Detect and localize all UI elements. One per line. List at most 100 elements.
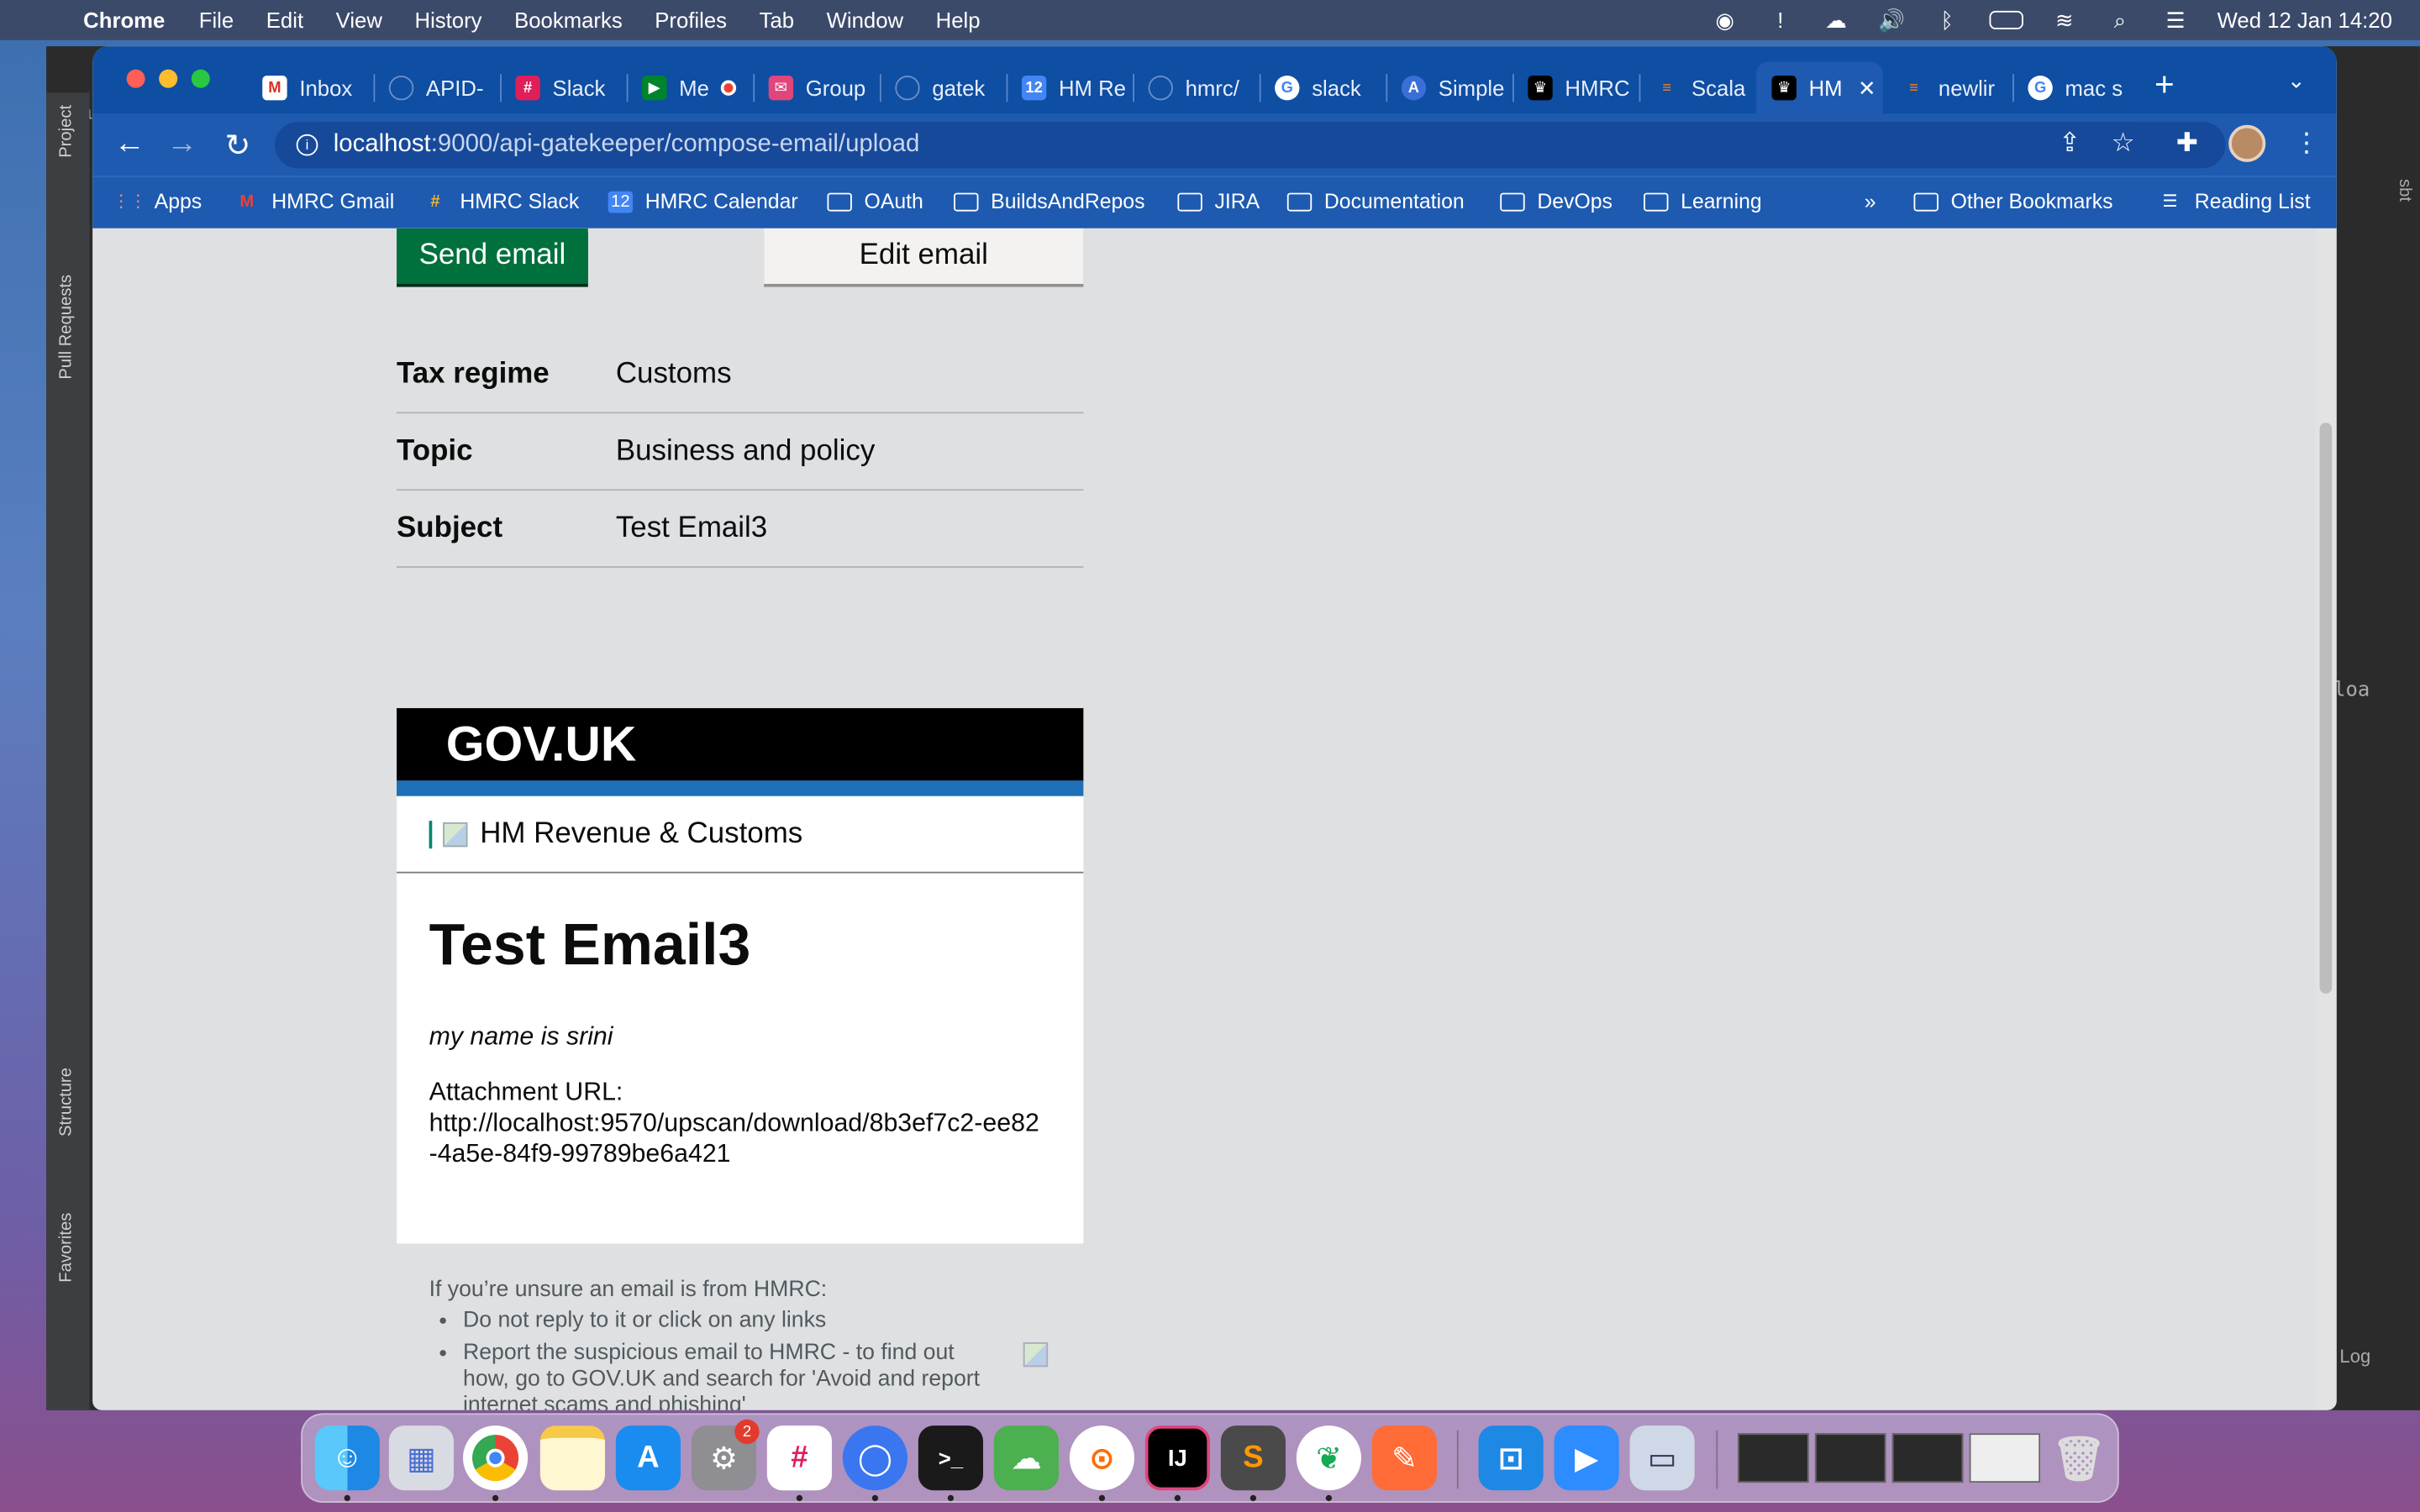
tab-inbox[interactable]: M Inbox [247, 61, 371, 113]
battery-icon[interactable] [1988, 10, 2023, 29]
tab-label: HMRC [1565, 75, 1630, 101]
tab-apid[interactable]: APID- [373, 61, 497, 113]
chrome-icon[interactable] [463, 1425, 529, 1491]
notes-icon[interactable] [539, 1425, 605, 1491]
mongodb-icon[interactable]: ❦ [1296, 1425, 1361, 1491]
intellij-icon[interactable]: IJ [1144, 1425, 1210, 1491]
bookmark-folder-documentation[interactable]: Documentation [1286, 190, 1465, 213]
minimized-window-thumbnail[interactable] [1891, 1433, 1964, 1483]
new-tab-button[interactable]: + [2154, 65, 2175, 105]
tab-mac-search[interactable]: G mac s [2012, 61, 2130, 113]
bookmark-star-icon[interactable]: ☆ [2112, 128, 2135, 159]
bookmark-folder-buildsandrepos[interactable]: BuildsAndRepos [954, 190, 1145, 213]
bookmarks-overflow-button[interactable]: » [1865, 190, 1876, 213]
ide-structure-tab[interactable]: Structure [57, 1068, 76, 1137]
menubar-app-name[interactable]: Chrome [83, 8, 165, 32]
slack-icon[interactable]: # [766, 1425, 832, 1491]
minimized-window-thumbnail[interactable] [1814, 1433, 1886, 1483]
preview-icon[interactable]: ▭ [1629, 1425, 1695, 1491]
alert-icon[interactable]: ! [1766, 8, 1794, 32]
bookmark-hmrc-calendar[interactable]: 12 HMRC Calendar [608, 190, 798, 213]
tab-gatekeeper[interactable]: gatek [880, 61, 1003, 113]
app-store-icon[interactable]: A [615, 1425, 681, 1491]
reading-list-button[interactable]: ☰ Reading List [2158, 190, 2310, 213]
menu-view[interactable]: View [336, 8, 382, 32]
ide-sbt-tab[interactable]: sbt [2396, 179, 2414, 202]
bookmark-hmrc-slack[interactable]: # HMRC Slack [423, 190, 579, 213]
bookmark-folder-devops[interactable]: DevOps [1500, 190, 1612, 213]
site-info-icon[interactable]: i [296, 134, 318, 156]
macos-dock: ☺ ▦ A ⚙ 2 # ◯ >_ ☁ ⊙ IJ S ❦ ✎ ⊡ ▶ ▭ 🗑 [301, 1413, 2119, 1503]
cloud-app-icon[interactable]: ☁ [993, 1425, 1059, 1491]
bookmark-hmrc-gmail[interactable]: M HMRC Gmail [234, 190, 394, 213]
menu-bookmarks[interactable]: Bookmarks [514, 8, 623, 32]
ide-pull-requests-tab[interactable]: Pull Requests [57, 275, 76, 380]
sublime-text-icon[interactable]: S [1220, 1425, 1286, 1491]
tab-hmrc[interactable]: ♛ HMRC [1512, 61, 1636, 113]
apple-icon[interactable] [34, 6, 61, 34]
volume-icon[interactable]: 🔊 [1878, 7, 1906, 32]
tab-slack[interactable]: # Slack [500, 61, 623, 113]
github-status-icon[interactable]: ◉ [1711, 7, 1739, 32]
zoom-icon[interactable]: ▶ [1554, 1425, 1619, 1491]
tab-newline[interactable]: ≡ newlir [1886, 61, 2009, 113]
keeper-icon[interactable]: ⊙ [1069, 1425, 1134, 1491]
spotlight-search-icon[interactable]: ⌕ [2106, 7, 2133, 32]
forward-arrow-icon[interactable]: → [164, 127, 201, 162]
trash-icon[interactable]: 🗑 [2046, 1425, 2111, 1490]
bookmark-folder-learning[interactable]: Learning [1644, 190, 1762, 213]
close-window-button[interactable] [126, 69, 145, 88]
ide-project-tab[interactable]: Project [57, 105, 76, 158]
tab-hm-revenue[interactable]: 12 HM Re [1007, 61, 1130, 113]
tab-search-chevron-icon[interactable]: ⌄ [2287, 68, 2306, 94]
tab-simple[interactable]: A Simple [1386, 61, 1509, 113]
bookmark-other-bookmarks[interactable]: Other Bookmarks [1913, 190, 2113, 213]
menu-help[interactable]: Help [936, 8, 981, 32]
ide-log-tab[interactable]: Log [2339, 1346, 2370, 1368]
tab-slack-search[interactable]: G slack [1260, 61, 1383, 113]
menu-window[interactable]: Window [827, 8, 903, 32]
menu-tab[interactable]: Tab [760, 8, 794, 32]
kebab-menu-icon[interactable]: ⋮ [2293, 128, 2319, 159]
menu-file[interactable]: File [199, 8, 234, 32]
postman-icon[interactable]: ✎ [1371, 1425, 1437, 1491]
bracket-app-icon[interactable]: ⊡ [1478, 1425, 1544, 1491]
reload-icon[interactable]: ↻ [219, 127, 256, 165]
share-icon[interactable]: ⇪ [2059, 128, 2081, 159]
launchpad-icon[interactable]: ▦ [388, 1425, 454, 1491]
finder-icon[interactable]: ☺ [314, 1425, 380, 1491]
ide-favorites-tab[interactable]: Favorites [57, 1213, 76, 1283]
page-scrollbar[interactable] [2315, 228, 2337, 1410]
tab-hmrc-github[interactable]: hmrc/ [1133, 61, 1256, 113]
zoom-window-button[interactable] [191, 69, 210, 88]
extensions-puzzle-icon[interactable]: ✚ [2176, 128, 2198, 159]
bookmark-folder-jira[interactable]: JIRA [1177, 190, 1260, 213]
folder-icon [1644, 192, 1669, 211]
control-center-icon[interactable]: ☰ [2161, 7, 2189, 32]
address-bar[interactable]: i localhost:9000/api-gatekeeper/compose-… [274, 122, 2226, 169]
tab-meet[interactable]: ▶ Me [627, 61, 750, 113]
menu-history[interactable]: History [414, 8, 481, 32]
signal-icon[interactable]: ◯ [842, 1425, 908, 1491]
bookmark-apps[interactable]: ⋮⋮ Apps [113, 190, 202, 213]
cloud-icon[interactable]: ☁ [1822, 7, 1849, 32]
minimized-window-thumbnail[interactable] [1969, 1433, 2041, 1483]
menu-profiles[interactable]: Profiles [655, 8, 727, 32]
bookmark-folder-oauth[interactable]: OAuth [827, 190, 923, 213]
minimize-window-button[interactable] [159, 69, 178, 88]
close-tab-icon[interactable]: ✕ [1858, 75, 1876, 101]
tab-hm-active[interactable]: ♛ HM ✕ [1756, 61, 1883, 114]
tab-scala[interactable]: ≡ Scala [1639, 61, 1757, 113]
bluetooth-icon[interactable]: ᛒ [1933, 8, 1961, 32]
back-arrow-icon[interactable]: ← [111, 127, 148, 162]
profile-avatar[interactable] [2228, 124, 2266, 162]
tab-group[interactable]: ✉ Group [753, 61, 876, 113]
menubar-clock[interactable]: Wed 12 Jan 14:20 [2217, 8, 2392, 32]
wifi-icon[interactable]: ≋ [2050, 7, 2078, 32]
edit-email-button[interactable]: Edit email [764, 228, 1084, 284]
minimized-window-thumbnail[interactable] [1738, 1433, 1809, 1483]
send-email-button[interactable]: Send email [397, 228, 588, 284]
menu-edit[interactable]: Edit [266, 8, 303, 32]
terminal-icon[interactable]: >_ [918, 1425, 983, 1491]
scrollbar-thumb[interactable] [2319, 423, 2333, 994]
